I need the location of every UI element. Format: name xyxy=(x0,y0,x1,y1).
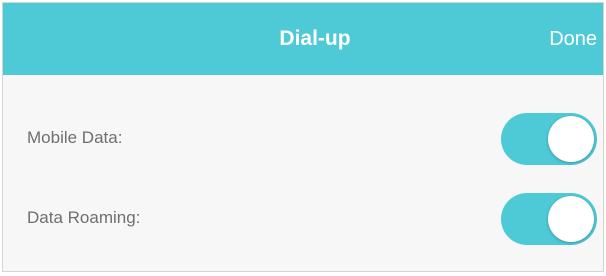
toggle-knob xyxy=(548,196,594,242)
dialup-screen: Dial-up Done Mobile Data: Data Roaming: xyxy=(2,2,604,272)
setting-row-data-roaming: Data Roaming: xyxy=(3,183,603,253)
mobile-data-toggle[interactable] xyxy=(501,113,597,165)
toggle-knob xyxy=(548,116,594,162)
header-bar: Dial-up Done xyxy=(3,3,603,75)
setting-label-data-roaming: Data Roaming: xyxy=(27,208,141,227)
data-roaming-toggle[interactable] xyxy=(501,193,597,245)
setting-label-mobile-data: Mobile Data: xyxy=(27,128,123,147)
page-title: Dial-up xyxy=(279,27,351,50)
setting-row-mobile-data: Mobile Data: xyxy=(3,103,603,173)
done-button[interactable]: Done xyxy=(549,3,597,75)
